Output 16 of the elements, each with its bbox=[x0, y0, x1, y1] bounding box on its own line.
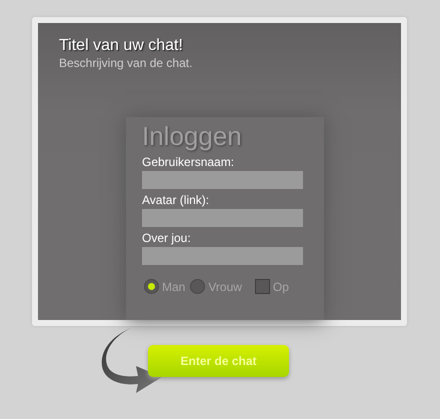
field-label: Over jou: bbox=[142, 231, 191, 246]
field-label: Avatar (link): bbox=[142, 193, 210, 208]
chat-title: Titel van uw chat! bbox=[59, 37, 183, 55]
chat-description: Beschrijving van de chat. bbox=[59, 56, 192, 70]
input-field[interactable] bbox=[142, 209, 303, 227]
enter-chat-button[interactable]: Enter de chat bbox=[148, 345, 289, 377]
checkbox[interactable] bbox=[254, 279, 270, 294]
radio-button[interactable] bbox=[190, 279, 206, 294]
radio-label: Man bbox=[162, 280, 186, 294]
radio-label: Vrouw bbox=[208, 280, 242, 294]
input-field[interactable] bbox=[142, 247, 303, 265]
radio-button[interactable] bbox=[144, 279, 159, 294]
curved-arrow-icon bbox=[100, 328, 162, 394]
input-field[interactable] bbox=[142, 171, 303, 189]
checkbox-label: Op bbox=[272, 280, 289, 294]
field-label: Gebruikersnaam: bbox=[142, 155, 234, 170]
